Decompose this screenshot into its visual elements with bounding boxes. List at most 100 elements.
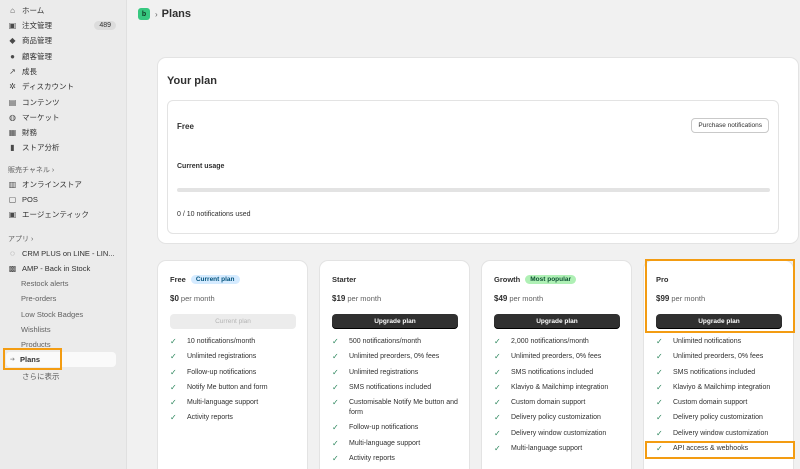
- sidebar-channel-2[interactable]: ▣ エージェンティック: [4, 207, 120, 222]
- sidebar-item-4[interactable]: ↗ 成長: [4, 64, 120, 79]
- sidebar-app-0[interactable]: ◌ CRM PLUS on LINE - LIN...: [4, 246, 120, 261]
- feature-item: ✓ Unlimited preorders, 0% fees: [332, 352, 464, 362]
- highlight-pro-header: [645, 259, 795, 333]
- feature-text: Activity reports: [349, 455, 395, 463]
- sidebar-subitem-3[interactable]: Wishlists: [21, 322, 116, 337]
- sidebar-item-5[interactable]: ✲ ディスカウント: [4, 79, 120, 94]
- feature-item: ✓ Unlimited preorders, 0% fees: [656, 352, 788, 362]
- plan-badge: Most popular: [525, 275, 577, 284]
- sidebar-subitem-0[interactable]: Restock alerts: [21, 276, 116, 291]
- sidebar-item-2[interactable]: ◆ 商品管理: [4, 33, 120, 48]
- price-period: per month: [509, 294, 544, 303]
- checkmark-icon: ✓: [494, 398, 501, 408]
- crm-app-icon: ◌: [10, 249, 15, 258]
- feature-item: ✓ SMS notifications included: [332, 383, 464, 393]
- feature-text: Klaviyo & Mailchimp integration: [673, 383, 771, 391]
- checkmark-icon: ✓: [332, 352, 339, 362]
- discount-icon: ✲: [9, 82, 16, 91]
- feature-item: ✓ Unlimited registrations: [170, 352, 302, 362]
- page-title: Plans: [161, 8, 192, 20]
- feature-text: Multi-language support: [187, 399, 259, 407]
- feature-text: Custom domain support: [511, 399, 586, 407]
- sidebar-item-7[interactable]: ◍ マーケット: [4, 110, 120, 125]
- feature-item: ✓ 2,000 notifications/month: [494, 337, 626, 347]
- sidebar-item-label: 成長: [22, 67, 37, 76]
- plan-name-text: Starter: [332, 275, 357, 284]
- feature-item: ✓ 10 notifications/month: [170, 337, 302, 347]
- globe-icon: ◍: [9, 113, 16, 122]
- feature-text: Unlimited registrations: [349, 368, 419, 376]
- usage-progress-bar: [177, 188, 770, 192]
- feature-text: Multi-language support: [511, 445, 583, 453]
- sidebar-item-8[interactable]: ▦ 財務: [4, 125, 120, 140]
- upgrade-plan-button[interactable]: Upgrade plan: [332, 314, 458, 329]
- sidebar-item-label: 財務: [22, 128, 37, 137]
- checkmark-icon: ✓: [656, 398, 663, 408]
- checkmark-icon: ✓: [170, 352, 177, 362]
- checkmark-icon: ✓: [332, 454, 339, 464]
- sidebar-item-6[interactable]: ▤ コンテンツ: [4, 95, 120, 110]
- usage-text: 0 / 10 notifications used: [177, 211, 251, 218]
- price-period: per month: [180, 294, 215, 303]
- feature-list: ✓ 2,000 notifications/month ✓ Unlimited pre…: [494, 337, 626, 459]
- feature-text: Delivery window customization: [673, 429, 769, 437]
- app-logo[interactable]: b: [138, 8, 150, 20]
- price-amount: $19: [332, 294, 346, 303]
- feature-item: ✓ Klaviyo & Mailchimp integration: [656, 383, 788, 393]
- checkmark-icon: ✓: [170, 398, 177, 408]
- price-period: per month: [347, 294, 382, 303]
- sidebar-channel-0[interactable]: ▥ オンラインストア: [4, 177, 120, 192]
- apps-label[interactable]: アプリ ›: [8, 234, 33, 244]
- sidebar-subitem-2[interactable]: Low Stock Badges: [21, 307, 116, 322]
- feature-text: Unlimited registrations: [187, 353, 257, 361]
- feature-text: Custom domain support: [673, 399, 748, 407]
- sidebar-item-label: 商品管理: [22, 36, 52, 45]
- your-plan-heading: Your plan: [167, 75, 217, 87]
- plan-badge: Current plan: [190, 275, 240, 284]
- sidebar-item-label: マーケット: [22, 113, 60, 122]
- plan-card-free: Free Current plan $0 per month Current plan ✓…: [158, 261, 307, 469]
- price-amount: $49: [494, 294, 508, 303]
- checkmark-icon: ✓: [494, 413, 501, 423]
- feature-text: SMS notifications included: [511, 368, 594, 376]
- show-more-link[interactable]: さらに表示: [22, 369, 117, 384]
- sidebar-item-3[interactable]: ● 顧客管理: [4, 49, 120, 64]
- highlight-api-access: [645, 441, 795, 459]
- feature-item: ✓ Activity reports: [332, 454, 464, 464]
- sales-channels-label[interactable]: 販売チャネル ›: [8, 165, 54, 175]
- feature-item: ✓ Notify Me button and form: [170, 383, 302, 393]
- sidebar-subitem-1[interactable]: Pre-orders: [21, 291, 116, 306]
- current-plan-button: Current plan: [170, 314, 296, 329]
- checkmark-icon: ✓: [332, 438, 339, 448]
- checkmark-icon: ✓: [494, 367, 501, 377]
- feature-text: Activity reports: [187, 414, 233, 422]
- plan-name-text: Growth: [494, 275, 521, 284]
- purchase-notifications-button[interactable]: Purchase notifications: [691, 118, 769, 133]
- sidebar-item-9[interactable]: ▮ ストア分析: [4, 140, 120, 155]
- growth-icon: ↗: [9, 67, 16, 76]
- checkmark-icon: ✓: [170, 382, 177, 392]
- content-icon: ▤: [8, 98, 17, 107]
- feature-item: ✓ Multi-language support: [170, 398, 302, 408]
- finance-icon: ▦: [8, 128, 17, 137]
- checkmark-icon: ✓: [332, 423, 339, 433]
- sidebar-item-label: AMP - Back in Stock: [22, 264, 91, 273]
- highlight-plans: [3, 348, 62, 370]
- sidebar-channel-1[interactable]: ▢ POS: [4, 192, 120, 207]
- feature-text: Delivery policy customization: [673, 414, 763, 422]
- feature-item: ✓ Unlimited registrations: [332, 368, 464, 378]
- feature-text: Unlimited preorders, 0% fees: [673, 353, 764, 361]
- feature-item: ✓ Activity reports: [170, 413, 302, 423]
- checkmark-icon: ✓: [170, 337, 177, 346]
- upgrade-plan-button[interactable]: Upgrade plan: [494, 314, 620, 329]
- current-usage-label: Current usage: [177, 163, 225, 170]
- feature-item: ✓ Multi-language support: [332, 439, 464, 449]
- analytics-icon: ▮: [10, 143, 15, 152]
- sidebar-item-label: エージェンティック: [22, 210, 89, 219]
- feature-text: Notify Me button and form: [187, 383, 268, 391]
- sidebar-item-1[interactable]: ▣ 注文管理 489: [4, 18, 120, 33]
- sidebar-app-1[interactable]: ▩ AMP - Back in Stock: [4, 261, 120, 276]
- sidebar-item-0[interactable]: ⌂ ホーム: [4, 3, 120, 18]
- feature-item: ✓ Delivery policy customization: [494, 413, 626, 423]
- current-plan-name: Free: [177, 122, 194, 131]
